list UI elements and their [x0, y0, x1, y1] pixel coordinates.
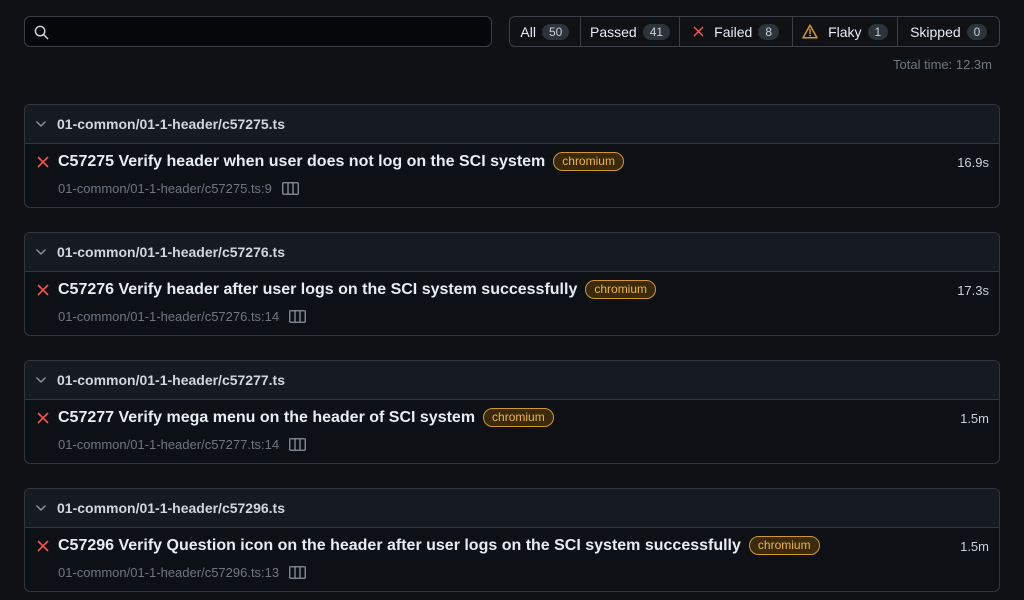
test-title[interactable]: C57277 Verify mega menu on the header of…: [58, 409, 475, 427]
x-icon: [693, 26, 704, 37]
filter-flaky-count: 1: [867, 23, 889, 40]
trace-viewer-icon[interactable]: [282, 182, 299, 195]
filter-all-label: All: [520, 23, 536, 40]
warning-triangle-icon: [802, 24, 818, 39]
test-title[interactable]: C57296 Verify Question icon on the heade…: [58, 537, 741, 555]
search-icon: [34, 25, 49, 40]
file-path: 01-common/01-1-header/c57276.ts: [57, 244, 285, 260]
test-row[interactable]: C57296 Verify Question icon on the heade…: [25, 528, 999, 591]
test-title[interactable]: C57275 Verify header when user does not …: [58, 153, 545, 171]
project-tag[interactable]: chromium: [585, 280, 657, 299]
filter-skipped[interactable]: Skipped 0: [898, 17, 999, 46]
project-tag[interactable]: chromium: [483, 408, 554, 427]
test-location-wrap: 01-common/01-1-header/c57296.ts:13: [58, 565, 307, 580]
trace-viewer-icon[interactable]: [289, 310, 307, 323]
search-box[interactable]: [24, 16, 492, 48]
chevron-down-icon: [36, 377, 46, 383]
file-header[interactable]: 01-common/01-1-header/c57296.ts: [25, 489, 999, 528]
file-path: 01-common/01-1-header/c57277.ts: [57, 372, 285, 388]
file-card: 01-common/01-1-header/c57296.ts C57296 V…: [24, 488, 1000, 592]
test-title-wrap: C57296 Verify Question icon on the heade…: [58, 536, 820, 555]
filter-skipped-count: 0: [966, 23, 988, 40]
project-tag[interactable]: chromium: [553, 152, 624, 171]
file-card: 01-common/01-1-header/c57276.ts C57276 V…: [24, 232, 1000, 336]
test-location-wrap: 01-common/01-1-header/c57275.ts:9: [58, 181, 299, 196]
chevron-down-icon: [36, 505, 46, 511]
trace-viewer-icon[interactable]: [289, 438, 307, 451]
chevron-down-icon: [36, 121, 46, 127]
filter-passed-count: 41: [642, 23, 671, 40]
status-filter-bar: All 50 Passed 41 Failed 8 Flaky 1 Skippe…: [509, 16, 1000, 47]
filter-all[interactable]: All 50: [510, 17, 581, 46]
file-card: 01-common/01-1-header/c57277.ts C57277 V…: [24, 360, 1000, 464]
filter-all-count: 50: [541, 23, 570, 40]
total-time: Total time: 12.3m: [893, 57, 992, 72]
filter-skipped-label: Skipped: [910, 23, 961, 40]
test-location-wrap: 01-common/01-1-header/c57276.ts:14: [58, 309, 307, 324]
test-duration: 16.9s: [957, 155, 989, 170]
file-path: 01-common/01-1-header/c57296.ts: [57, 500, 285, 516]
filter-passed-label: Passed: [589, 23, 637, 40]
test-location[interactable]: 01-common/01-1-header/c57277.ts:14: [58, 437, 279, 452]
x-icon: [37, 284, 49, 296]
trace-viewer-icon[interactable]: [289, 566, 307, 579]
test-row[interactable]: C57275 Verify header when user does not …: [25, 144, 999, 207]
file-path: 01-common/01-1-header/c57275.ts: [57, 116, 285, 132]
chevron-down-icon: [36, 249, 46, 255]
filter-flaky[interactable]: Flaky 1: [793, 17, 899, 46]
test-location[interactable]: 01-common/01-1-header/c57275.ts:9: [58, 181, 272, 196]
test-row[interactable]: C57276 Verify header after user logs on …: [25, 272, 999, 335]
search-input[interactable]: [59, 17, 483, 48]
x-icon: [37, 540, 49, 552]
filter-failed[interactable]: Failed 8: [680, 17, 793, 46]
test-duration: 1.5m: [960, 539, 989, 554]
test-location[interactable]: 01-common/01-1-header/c57276.ts:14: [58, 309, 279, 324]
filter-flaky-label: Flaky: [828, 23, 862, 40]
file-header[interactable]: 01-common/01-1-header/c57277.ts: [25, 361, 999, 400]
test-title-wrap: C57276 Verify header after user logs on …: [58, 280, 657, 299]
filter-passed[interactable]: Passed 41: [581, 17, 681, 46]
test-duration: 1.5m: [960, 411, 989, 426]
project-tag[interactable]: chromium: [748, 536, 820, 555]
test-row[interactable]: C57277 Verify mega menu on the header of…: [25, 400, 999, 463]
file-header[interactable]: 01-common/01-1-header/c57276.ts: [25, 233, 999, 272]
test-title[interactable]: C57276 Verify header after user logs on …: [58, 281, 577, 299]
test-title-wrap: C57275 Verify header when user does not …: [58, 152, 624, 171]
test-location-wrap: 01-common/01-1-header/c57277.ts:14: [58, 437, 307, 452]
x-icon: [37, 412, 49, 424]
test-location[interactable]: 01-common/01-1-header/c57296.ts:13: [58, 565, 279, 580]
file-card: 01-common/01-1-header/c57275.ts C57275 V…: [24, 104, 1000, 208]
file-header[interactable]: 01-common/01-1-header/c57275.ts: [25, 105, 999, 144]
test-title-wrap: C57277 Verify mega menu on the header of…: [58, 408, 554, 427]
x-icon: [37, 156, 49, 168]
test-duration: 17.3s: [957, 283, 989, 298]
filter-failed-count: 8: [758, 23, 779, 40]
filter-failed-label: Failed: [714, 23, 753, 40]
